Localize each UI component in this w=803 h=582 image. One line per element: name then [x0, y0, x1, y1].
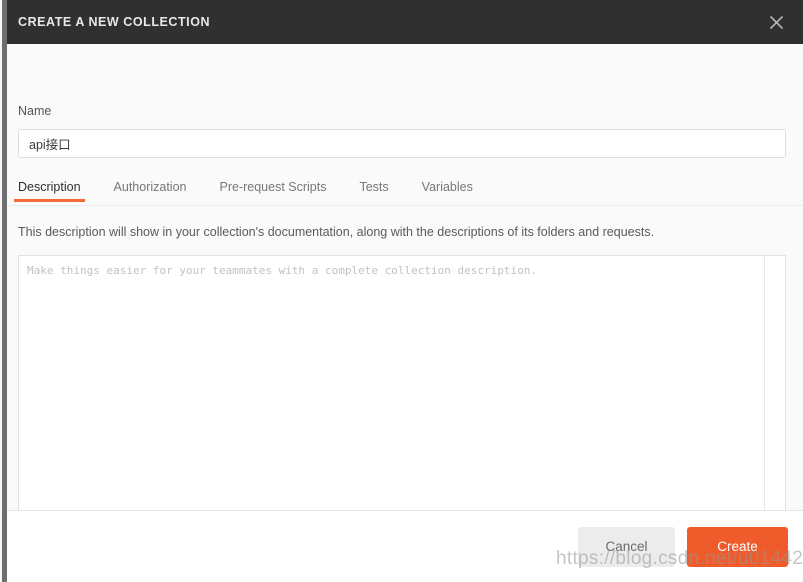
tab-pre-request-scripts[interactable]: Pre-request Scripts — [220, 175, 327, 202]
description-editor-wrapper — [18, 255, 786, 511]
name-field-label: Name — [18, 104, 52, 118]
page-scrollbar[interactable] — [2, 0, 7, 582]
dialog-tabs: Description Authorization Pre-request Sc… — [7, 175, 803, 206]
description-editor[interactable] — [19, 256, 765, 510]
tab-description[interactable]: Description — [14, 175, 85, 202]
dialog-body: Name Description Authorization Pre-reque… — [7, 44, 803, 582]
collection-name-input[interactable] — [18, 129, 786, 158]
tab-authorization[interactable]: Authorization — [114, 175, 187, 202]
create-button[interactable]: Create — [687, 526, 788, 567]
create-collection-dialog: CREATE A NEW COLLECTION Name Description… — [7, 0, 803, 582]
tab-variables[interactable]: Variables — [422, 175, 473, 202]
dialog-header: CREATE A NEW COLLECTION — [7, 0, 803, 44]
description-help-text: This description will show in your colle… — [18, 225, 655, 239]
description-editor-scrollbar[interactable] — [764, 256, 785, 510]
dialog-title: CREATE A NEW COLLECTION — [18, 15, 211, 29]
cancel-button[interactable]: Cancel — [578, 526, 675, 567]
close-icon[interactable] — [763, 9, 789, 35]
app-root: CREATE A NEW COLLECTION Name Description… — [0, 0, 803, 582]
dialog-footer: Cancel Create — [7, 510, 803, 582]
tab-tests[interactable]: Tests — [359, 175, 388, 202]
